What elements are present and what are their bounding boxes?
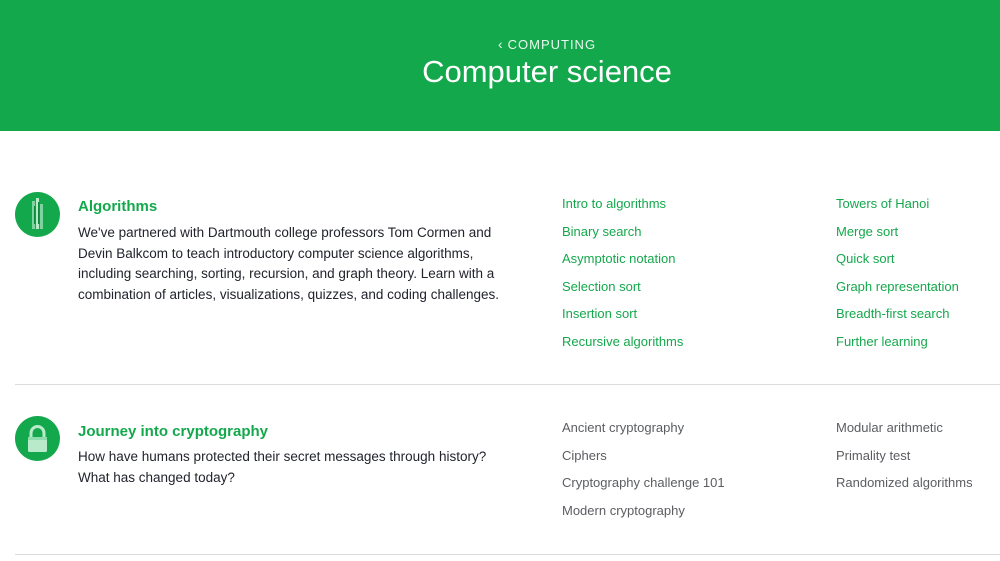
- tutorial-link[interactable]: Further learning: [836, 323, 959, 351]
- topic-description: We've partnered with Dartmouth college p…: [78, 225, 499, 302]
- tutorial-link[interactable]: Intro to algorithms: [562, 185, 683, 213]
- algorithms-icon[interactable]: [15, 192, 60, 237]
- breadcrumb-label: COMPUTING: [507, 37, 597, 52]
- tutorial-link[interactable]: Towers of Hanoi: [836, 185, 959, 213]
- tutorial-link[interactable]: Ciphers: [562, 437, 725, 465]
- tutorial-link[interactable]: Asymptotic notation: [562, 240, 683, 268]
- section-divider: [15, 384, 1000, 385]
- tutorial-list-right: Towers of Hanoi Merge sort Quick sort Gr…: [836, 185, 959, 350]
- topic-title[interactable]: Algorithms: [78, 198, 157, 215]
- tutorial-link[interactable]: Recursive algorithms: [562, 323, 683, 351]
- section-divider: [15, 554, 1000, 555]
- tutorial-link[interactable]: Insertion sort: [562, 295, 683, 323]
- tutorial-link[interactable]: Binary search: [562, 213, 683, 241]
- tutorial-list-right: Modular arithmetic Primality test Random…: [836, 409, 973, 492]
- topic-title[interactable]: Journey into cryptography: [78, 423, 268, 440]
- topic-description: How have humans protected their secret m…: [78, 449, 487, 485]
- tutorial-link[interactable]: Modern cryptography: [562, 492, 725, 520]
- tutorial-link[interactable]: Modular arithmetic: [836, 409, 973, 437]
- lock-icon[interactable]: [15, 416, 60, 461]
- tutorial-link[interactable]: Graph representation: [836, 268, 959, 296]
- tutorial-link[interactable]: Cryptography challenge 101: [562, 464, 725, 492]
- tutorial-link[interactable]: Quick sort: [836, 240, 959, 268]
- tutorial-link[interactable]: Randomized algorithms: [836, 464, 973, 492]
- tutorial-list-left: Ancient cryptography Ciphers Cryptograph…: [562, 409, 725, 519]
- tutorial-link[interactable]: Selection sort: [562, 268, 683, 296]
- tutorial-link[interactable]: Merge sort: [836, 213, 959, 241]
- tutorial-link[interactable]: Primality test: [836, 437, 973, 465]
- breadcrumb[interactable]: ‹ COMPUTING: [0, 36, 1000, 52]
- chevron-left-icon: ‹: [497, 36, 504, 52]
- page-title: Computer science: [422, 54, 672, 89]
- tutorial-link[interactable]: Ancient cryptography: [562, 409, 725, 437]
- tutorial-list-left: Intro to algorithms Binary search Asympt…: [562, 185, 683, 350]
- tutorial-link[interactable]: Breadth-first search: [836, 295, 959, 323]
- page-header: ‹ COMPUTING Computer science: [0, 0, 1000, 131]
